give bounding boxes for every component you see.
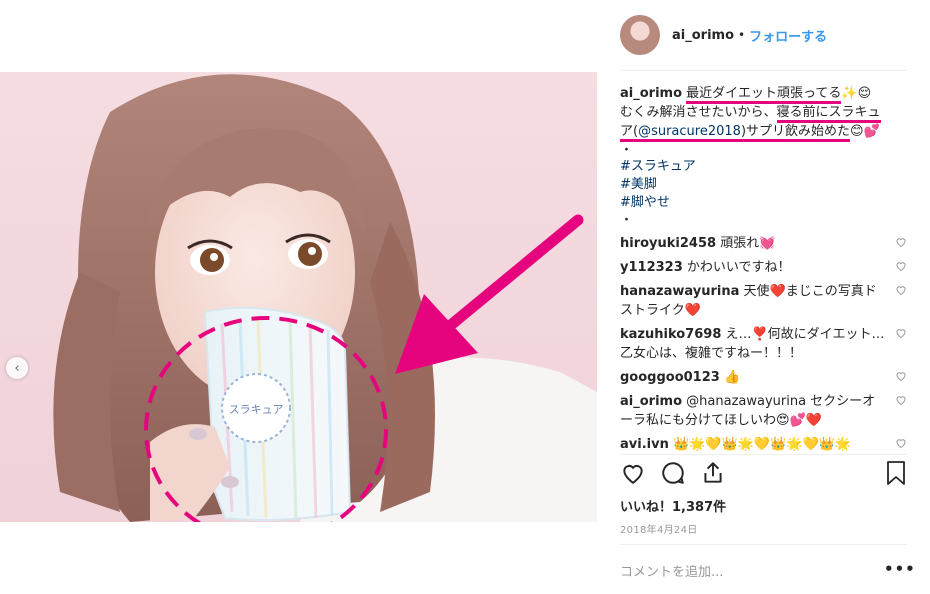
comment-item: y112323 かわいいですね！	[620, 258, 906, 277]
photo-illustration: スラキュア	[53, 74, 597, 522]
comment-text: かわいいですね！	[686, 260, 791, 275]
heart-icon[interactable]	[895, 370, 907, 382]
comment-item: hiroyuki2458 頑張れ💓	[620, 234, 906, 253]
header-separator: •	[738, 28, 746, 42]
comment-username[interactable]: ai_orimo	[620, 394, 682, 409]
actions-divider	[620, 454, 907, 455]
comment-text: 👍	[723, 370, 741, 385]
heart-icon[interactable]	[895, 236, 907, 248]
caption: ai_orimo 最近ダイエット頑張ってる✨😌 むくみ解消させたいから、寝る前に…	[620, 84, 907, 160]
comment-text: 頑張れ💓	[720, 236, 776, 251]
post-date: 2018年4月24日	[620, 525, 698, 536]
post-panel: ai_orimo • フォローする ai_orimo 最近ダイエット頑張ってる✨…	[620, 0, 915, 594]
caption-text-3b: )サプリ飲み始めた	[740, 124, 851, 142]
caption-dot: ・	[620, 143, 634, 158]
heart-icon[interactable]	[895, 260, 907, 272]
post-photo[interactable]: スラキュア ‹	[0, 72, 597, 522]
post-header: ai_orimo • フォローする	[620, 14, 827, 56]
share-icon[interactable]	[700, 460, 726, 486]
follow-button[interactable]: フォローする	[749, 26, 827, 45]
hashtags: #スラキュア #美脚 #脚やせ ・	[620, 158, 696, 230]
product-label: スラキュア	[229, 403, 284, 416]
comment-item: avi.ivn 👑🌟💛👑🌟💛👑🌟💛👑🌟	[620, 435, 906, 454]
heart-icon[interactable]	[620, 460, 646, 486]
comment-item: ai_orimo @hanazawayurina セクシーオーラ私にも分けてほし…	[620, 392, 906, 430]
caption-text-1: 最近ダイエット頑張ってる	[686, 86, 842, 104]
comment-username[interactable]: y112323	[620, 260, 683, 275]
comment-item: googgoo0123 👍	[620, 368, 906, 387]
heart-icon[interactable]	[895, 327, 907, 339]
caption-text-2a: むくみ解消させたいから、	[620, 105, 777, 120]
comment-text: 👑🌟💛👑🌟💛👑🌟💛👑🌟	[672, 437, 852, 452]
hashtag-link[interactable]: #脚やせ	[620, 194, 696, 212]
caption-text-2b: 寝る前にスラキュ	[776, 105, 881, 123]
comments-list: hiroyuki2458 頑張れ💓 y112323 かわいいですね！ hanaz…	[620, 234, 910, 454]
bookmark-icon[interactable]	[884, 460, 908, 486]
header-divider	[620, 70, 907, 71]
header-username[interactable]: ai_orimo	[672, 28, 734, 43]
caption-emoji-3: 😊💕	[850, 124, 880, 139]
caption-dot-2: ・	[620, 213, 634, 228]
comment-divider	[620, 544, 907, 545]
comment-icon[interactable]	[660, 460, 686, 486]
more-options-button[interactable]: •••	[884, 560, 916, 578]
caption-username[interactable]: ai_orimo	[620, 86, 682, 101]
caption-mention[interactable]: @suracure2018	[638, 124, 741, 142]
caption-text-3a: ア(	[620, 124, 639, 142]
comment-username[interactable]: googgoo0123	[620, 370, 720, 385]
add-comment-input[interactable]: コメントを追加...	[620, 561, 723, 580]
hashtag-link[interactable]: #美脚	[620, 176, 696, 194]
comment-item: hanazawayurina 天使❤️まじこの写真ドストライク❤️	[620, 282, 906, 320]
heart-icon[interactable]	[895, 284, 907, 296]
hashtag-link[interactable]: #スラキュア	[620, 158, 696, 176]
previous-photo-button[interactable]: ‹	[6, 357, 28, 379]
likes-count[interactable]: いいね！1,387件	[620, 496, 726, 515]
avatar[interactable]	[620, 15, 660, 55]
chevron-left-icon: ‹	[14, 360, 20, 376]
comment-username[interactable]: hiroyuki2458	[620, 236, 716, 251]
heart-icon[interactable]	[895, 437, 907, 449]
heart-icon[interactable]	[895, 394, 907, 406]
action-bar	[620, 460, 910, 490]
comment-username[interactable]: hanazawayurina	[620, 284, 739, 299]
comment-username[interactable]: avi.ivn	[620, 437, 669, 452]
comment-item: kazuhiko7698 え…❣️何故にダイエット…乙女心は、複雑ですねー！！！	[620, 325, 906, 363]
caption-emoji-1: ✨😌	[841, 86, 872, 101]
comment-username[interactable]: kazuhiko7698	[620, 327, 721, 342]
